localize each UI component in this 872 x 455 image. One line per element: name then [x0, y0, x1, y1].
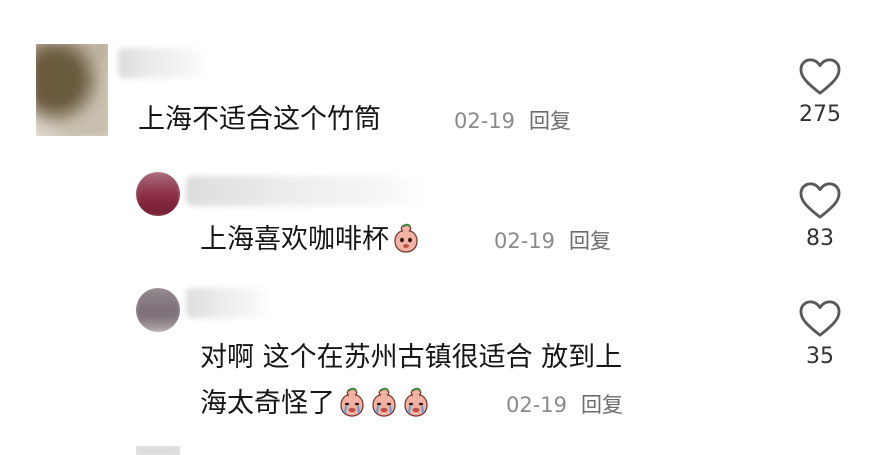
heart-outline-icon: [799, 182, 841, 219]
username[interactable]: [186, 288, 270, 318]
heart-outline-icon: [799, 58, 841, 95]
comment-meta: 02-19 回复: [494, 226, 611, 256]
like-count: 35: [806, 344, 834, 369]
comment-text: 上海不适合这个竹筒: [138, 104, 381, 135]
comment-date: 02-19: [454, 109, 516, 133]
like-button[interactable]: 35: [790, 298, 850, 372]
reply-button[interactable]: 回复: [529, 109, 571, 133]
avatar[interactable]: [36, 44, 108, 136]
heart-outline-icon: [799, 300, 841, 337]
comment-date: 02-19: [494, 229, 556, 253]
comment-text-line2: 海太奇怪了: [200, 384, 431, 424]
comment-text: 上海喜欢咖啡杯: [200, 220, 421, 260]
username[interactable]: [186, 176, 426, 206]
crying-peach-emoji: [404, 387, 428, 417]
avatar[interactable]: [136, 288, 180, 332]
username[interactable]: [118, 48, 208, 78]
comment-text-line1: 对啊 这个在苏州古镇很适合 放到上: [200, 342, 623, 373]
comment-meta: 02-19 回复: [454, 106, 571, 136]
crying-peach-emoji: [340, 387, 364, 417]
comment-meta: 02-19 回复: [506, 390, 623, 420]
like-button[interactable]: 83: [790, 180, 850, 254]
comment-text-content: 海太奇怪了: [200, 388, 335, 419]
like-button[interactable]: 275: [790, 56, 850, 130]
comment-text-content: 上海喜欢咖啡杯: [200, 224, 389, 255]
comment-date: 02-19: [506, 393, 568, 417]
reply-button[interactable]: 回复: [569, 229, 611, 253]
avatar[interactable]: [136, 446, 180, 455]
avatar[interactable]: [136, 172, 180, 216]
like-count: 83: [806, 226, 834, 251]
reply-button[interactable]: 回复: [581, 393, 623, 417]
like-count: 275: [799, 102, 841, 127]
crying-peach-emoji: [372, 387, 396, 417]
crying-peach-emoji: [394, 223, 418, 253]
